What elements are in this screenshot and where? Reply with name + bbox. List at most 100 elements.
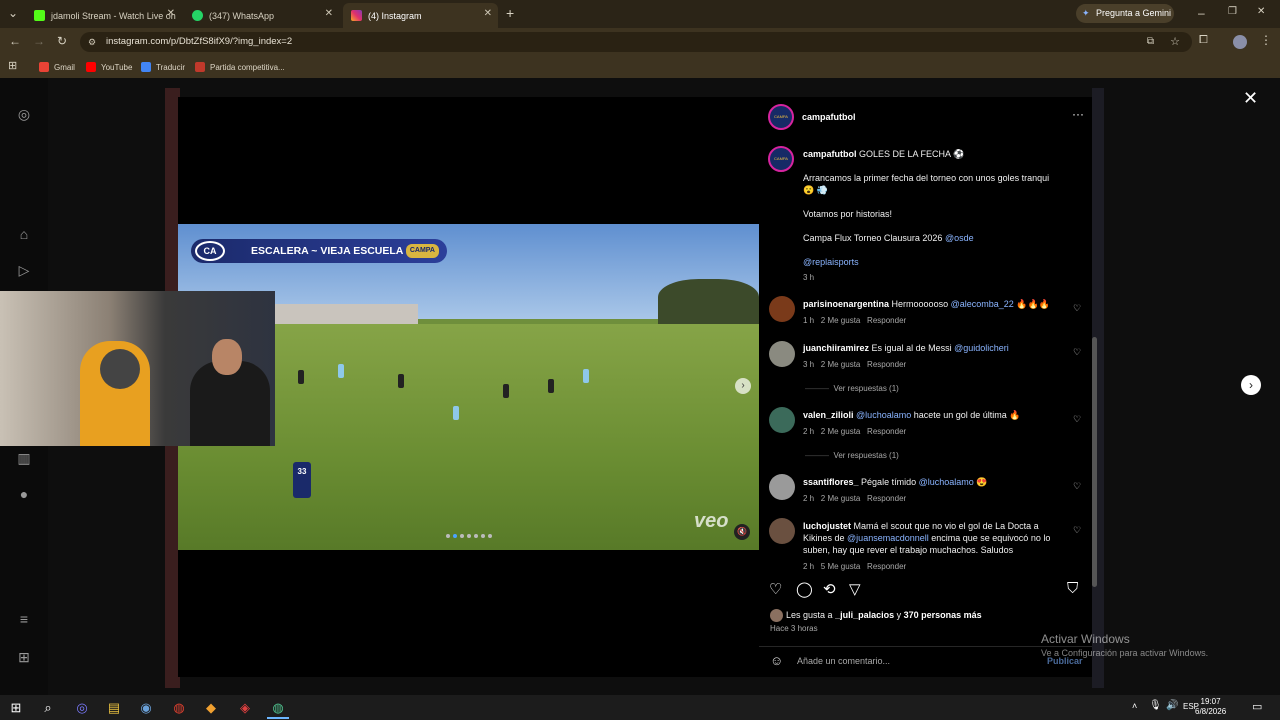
share-icon[interactable]: ▽ bbox=[849, 580, 861, 598]
save-bookmark-icon[interactable]: ⛉ bbox=[1067, 580, 1078, 597]
comment-username[interactable]: ssantiflores_ bbox=[803, 477, 859, 487]
view-replies-button[interactable]: ——— Ver respuestas (1) bbox=[805, 384, 899, 393]
carousel-next-icon[interactable]: › bbox=[735, 378, 751, 394]
faceit-app-icon[interactable]: ◆ bbox=[200, 697, 222, 719]
more-menu-icon[interactable]: ≡ bbox=[14, 611, 34, 631]
comment-username[interactable]: luchojustet bbox=[803, 521, 851, 531]
heart-icon[interactable]: ♡ bbox=[1073, 347, 1081, 358]
cortana-icon[interactable]: ◎ bbox=[71, 697, 93, 719]
back-icon[interactable]: ← bbox=[9, 34, 21, 48]
also-from-meta-icon[interactable]: ⊞ bbox=[14, 649, 34, 669]
close-modal-icon[interactable]: ✕ bbox=[1243, 88, 1258, 109]
repost-icon[interactable]: ⟲ bbox=[823, 580, 836, 598]
tray-chevron-icon[interactable]: ˄ bbox=[1132, 701, 1137, 711]
file-explorer-icon[interactable]: ▤ bbox=[103, 697, 125, 719]
extensions-icon[interactable]: ⧠ bbox=[1199, 34, 1208, 47]
post-author-username[interactable]: campafutbol bbox=[802, 112, 856, 122]
close-icon[interactable]: ✕ bbox=[325, 8, 333, 19]
heart-icon[interactable]: ♡ bbox=[1073, 481, 1081, 492]
mention-link[interactable]: @luchoalamo bbox=[856, 410, 911, 420]
comment-likes[interactable]: 2 Me gusta bbox=[821, 316, 861, 325]
restore-icon[interactable]: ❐ bbox=[1228, 6, 1237, 17]
comment-likes[interactable]: 2 Me gusta bbox=[821, 494, 861, 503]
bookmark-star-icon[interactable]: ☆ bbox=[1170, 32, 1180, 52]
reload-icon[interactable]: ↻ bbox=[57, 34, 67, 48]
microphone-icon[interactable]: 🎙 bbox=[1149, 700, 1162, 711]
commenter-avatar[interactable] bbox=[769, 341, 795, 367]
tab-whatsapp[interactable]: (347) WhatsApp ✕ bbox=[184, 3, 339, 28]
comment-icon[interactable]: ◯ bbox=[796, 580, 813, 598]
bookmark-gmail[interactable]: Gmail bbox=[39, 60, 75, 74]
commenter-avatar[interactable] bbox=[769, 518, 795, 544]
valorant-icon[interactable]: ◈ bbox=[234, 697, 256, 719]
comment-likes[interactable]: 2 Me gusta bbox=[821, 360, 861, 369]
site-info-icon[interactable]: ⚙ bbox=[88, 32, 96, 52]
windows-start-icon[interactable]: ⊞ bbox=[5, 697, 27, 719]
notifications-icon[interactable]: ▭ bbox=[1252, 700, 1262, 713]
tab-search-icon[interactable]: ⌄ bbox=[8, 6, 18, 20]
mention-link[interactable]: @osde bbox=[945, 233, 974, 243]
next-post-icon[interactable]: › bbox=[1241, 375, 1261, 395]
view-replies-button[interactable]: ——— Ver respuestas (1) bbox=[805, 451, 899, 460]
bookmark-partida[interactable]: Partida competitiva... bbox=[195, 60, 285, 74]
heart-icon[interactable]: ♡ bbox=[1073, 525, 1081, 536]
tab-kick[interactable]: jdamoli Stream - Watch Live on ✕ bbox=[26, 3, 181, 28]
reply-button[interactable]: Responder bbox=[867, 360, 906, 369]
comment-username[interactable]: juanchiiramirez bbox=[803, 343, 869, 353]
post-author-avatar[interactable]: CAMPA bbox=[768, 104, 794, 130]
profile-avatar[interactable] bbox=[1233, 35, 1247, 49]
mention-link[interactable]: @luchoalamo bbox=[919, 477, 974, 487]
volume-icon[interactable]: 🔊 bbox=[1166, 700, 1178, 711]
menu-icon[interactable]: ⋮ bbox=[1260, 33, 1272, 47]
commenter-avatar[interactable] bbox=[769, 474, 795, 500]
comment-likes[interactable]: 2 Me gusta bbox=[821, 427, 861, 436]
close-icon[interactable]: ✕ bbox=[167, 8, 175, 19]
install-icon[interactable]: ⧉ bbox=[1147, 32, 1154, 52]
home-icon[interactable]: ⌂ bbox=[14, 226, 34, 246]
comment-input[interactable]: Añade un comentario... bbox=[797, 656, 890, 666]
tab-instagram[interactable]: (4) Instagram ✕ bbox=[343, 3, 498, 28]
reply-button[interactable]: Responder bbox=[867, 316, 906, 325]
reply-button[interactable]: Responder bbox=[867, 562, 906, 571]
new-tab-icon[interactable]: + bbox=[506, 5, 514, 21]
mention-link[interactable]: @guidolicheri bbox=[954, 343, 1009, 353]
comment-username[interactable]: parisinoenargentina bbox=[803, 299, 889, 309]
search-icon[interactable]: ⌕ bbox=[37, 697, 59, 719]
profile-icon[interactable]: ● bbox=[14, 486, 34, 506]
heart-icon[interactable]: ♡ bbox=[1073, 303, 1081, 314]
gemini-button[interactable]: ✦ Pregunta a Gemini bbox=[1076, 4, 1174, 23]
commenter-avatar[interactable] bbox=[769, 296, 795, 322]
dashboard-icon[interactable]: ▥ bbox=[14, 450, 34, 470]
forward-icon[interactable]: → bbox=[33, 34, 45, 48]
comments-scrollbar[interactable] bbox=[1092, 337, 1097, 587]
close-icon[interactable]: ✕ bbox=[484, 8, 492, 19]
chrome-icon[interactable]: ◍ bbox=[168, 697, 190, 719]
apps-grid-icon[interactable]: ⊞ bbox=[8, 59, 17, 72]
commenter-avatar[interactable] bbox=[769, 407, 795, 433]
address-bar[interactable]: ⚙ instagram.com/p/DbtZfS8ifX9/?img_index… bbox=[80, 32, 1192, 52]
mention-link[interactable]: @alecomba_22 bbox=[951, 299, 1014, 309]
comment-username[interactable]: valen_zilioli bbox=[803, 410, 854, 420]
mute-icon[interactable]: 🔇 bbox=[734, 524, 750, 540]
caption-avatar[interactable]: CAMPA bbox=[768, 146, 794, 172]
emoji-icon[interactable]: ☺ bbox=[770, 653, 783, 668]
window-close-icon[interactable]: ✕ bbox=[1257, 6, 1265, 17]
bookmark-traducir[interactable]: Traducir bbox=[141, 60, 185, 74]
mention-link[interactable]: @juansemacdonnell bbox=[847, 533, 929, 543]
reply-button[interactable]: Responder bbox=[867, 427, 906, 436]
comment-likes[interactable]: 5 Me gusta bbox=[821, 562, 861, 571]
heart-icon[interactable]: ♡ bbox=[1073, 414, 1081, 425]
like-heart-icon[interactable]: ♡ bbox=[769, 580, 782, 598]
reply-button[interactable]: Responder bbox=[867, 494, 906, 503]
more-options-icon[interactable]: ··· bbox=[1072, 107, 1084, 121]
minimize-icon[interactable]: – bbox=[1198, 6, 1205, 20]
steam-icon[interactable]: ◉ bbox=[135, 697, 157, 719]
bookmark-youtube[interactable]: YouTube bbox=[86, 60, 132, 74]
instagram-logo-icon[interactable]: ◎ bbox=[14, 106, 34, 126]
reels-icon[interactable]: ▷ bbox=[14, 262, 34, 282]
liker-username[interactable]: _juli_palacios bbox=[835, 610, 894, 620]
liker-avatar[interactable] bbox=[770, 609, 783, 622]
chrome-active-icon[interactable]: ◍ bbox=[267, 697, 289, 719]
taskbar-clock[interactable]: 19:07 6/8/2026 bbox=[1195, 697, 1226, 717]
caption-username[interactable]: campafutbol bbox=[803, 149, 857, 159]
